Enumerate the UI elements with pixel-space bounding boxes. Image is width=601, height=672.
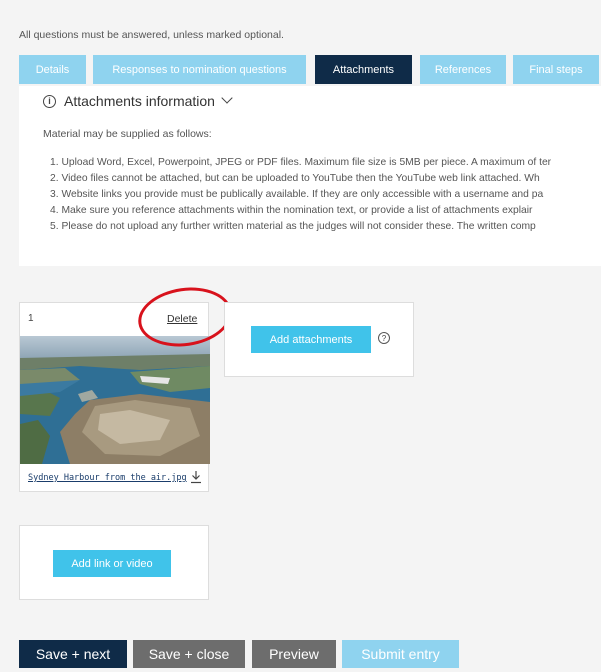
info-list: 1. Upload Word, Excel, Powerpoint, JPEG … [50,155,601,235]
tab-details[interactable]: Details [19,55,86,84]
help-icon[interactable]: ? [378,332,390,344]
info-item: 2. Video files cannot be attached, but c… [50,173,540,184]
attachments-info-toggle[interactable]: i Attachments information [43,92,233,109]
attachment-thumbnail [20,336,210,464]
info-item: 1. Upload Word, Excel, Powerpoint, JPEG … [50,157,552,168]
form-instructions: All questions must be answered, unless m… [19,29,284,41]
info-subtitle: Material may be supplied as follows: [43,128,212,140]
attachment-filename-link[interactable]: Sydney Harbour from the air.jpg [28,473,187,483]
download-icon[interactable] [190,470,202,484]
save-next-button[interactable]: Save + next [19,640,127,668]
info-item: 3. Website links you provide must be pub… [50,189,544,200]
info-icon: i [43,94,56,108]
info-title: Attachments information [64,93,215,109]
add-link-card: Add link or video [19,525,209,600]
add-link-video-button[interactable]: Add link or video [53,550,171,577]
info-item: 4. Make sure you reference attachments w… [50,205,533,216]
submit-entry-button[interactable]: Submit entry [342,640,459,668]
tab-attachments[interactable]: Attachments [315,55,412,84]
attachments-info-panel: i Attachments information Material may b… [19,86,601,266]
preview-button[interactable]: Preview [252,640,336,668]
tab-responses[interactable]: Responses to nomination questions [93,55,306,84]
attachment-number: 1 [28,313,34,324]
save-close-button[interactable]: Save + close [133,640,245,668]
info-item: 5. Please do not upload any further writ… [50,221,536,232]
add-attachments-card: Add attachments ? [224,302,414,377]
tab-final-steps[interactable]: Final steps [513,55,599,84]
tab-references[interactable]: References [420,55,506,84]
add-attachments-button[interactable]: Add attachments [251,326,371,353]
chevron-down-icon [221,92,233,104]
